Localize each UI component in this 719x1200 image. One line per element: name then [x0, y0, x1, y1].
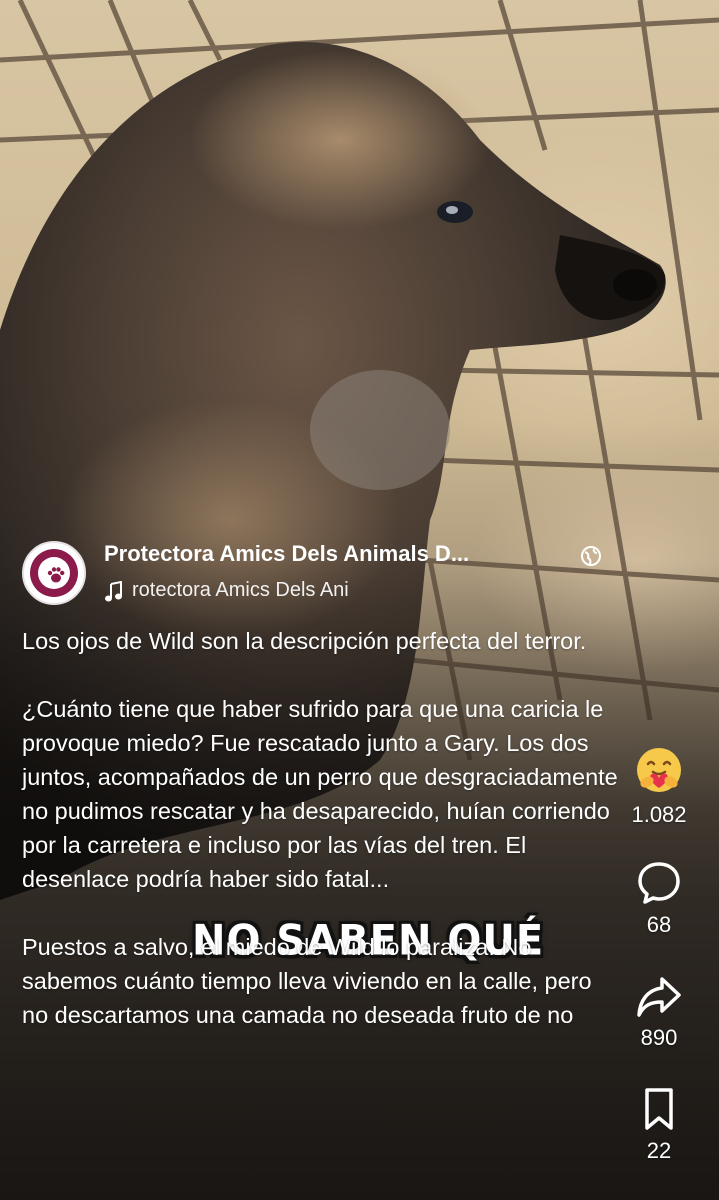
save-count: 22 — [646, 1138, 672, 1163]
description-paragraph: ¿Cuánto tiene que haber sufrido para que… — [22, 696, 618, 892]
save-action[interactable]: 22 — [599, 1086, 719, 1164]
reaction-action[interactable]: 1.082 — [599, 744, 719, 828]
description-paragraph: Los ojos de Wild son la descripción perf… — [22, 628, 587, 654]
page-name[interactable]: Protectora Amics Dels Animals D... — [104, 541, 469, 567]
bookmark-icon — [645, 1088, 673, 1130]
audio-track[interactable]: rotectora Amics Dels Ani — [132, 579, 422, 602]
comment-icon — [638, 862, 680, 904]
care-reaction-icon — [637, 748, 681, 792]
share-action[interactable]: 890 — [599, 975, 719, 1051]
page-info[interactable]: Protectora Amics Dels Animals D... rotec… — [22, 537, 612, 607]
reaction-count: 1.082 — [631, 802, 687, 827]
comment-action[interactable]: 68 — [599, 860, 719, 938]
share-count: 890 — [640, 1025, 678, 1050]
paw-logo-icon — [47, 567, 65, 583]
share-icon — [637, 977, 681, 1017]
comment-count: 68 — [646, 912, 672, 937]
music-note-icon — [105, 581, 122, 602]
globe-icon — [581, 546, 601, 566]
description-paragraph: Puestos a salvo, el miedo de Wild lo par… — [22, 934, 592, 1028]
page-avatar[interactable] — [22, 541, 86, 605]
post-description[interactable]: Los ojos de Wild son la descripción perf… — [22, 624, 622, 1032]
